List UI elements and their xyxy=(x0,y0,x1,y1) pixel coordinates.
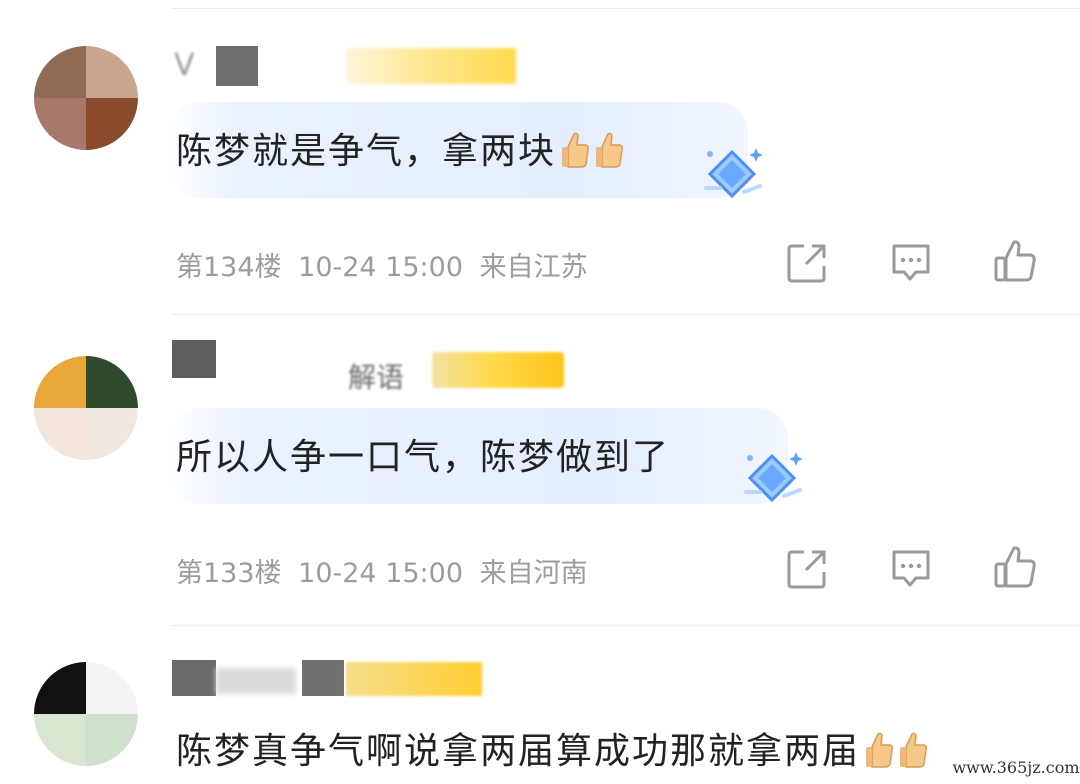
username[interactable]: V xyxy=(174,48,195,83)
comment-icon[interactable] xyxy=(888,240,934,286)
username-mosaic xyxy=(172,340,216,378)
username-mosaic xyxy=(172,660,216,696)
username-row[interactable]: V xyxy=(172,46,532,86)
username-row[interactable]: 解语 xyxy=(172,340,572,394)
thumbs-up-emoji xyxy=(866,732,894,768)
avatar[interactable] xyxy=(34,46,138,150)
comment-time: 15:00 xyxy=(385,252,464,283)
comment-text-content: 陈梦真争气啊说拿两届算成功那就拿两届 xyxy=(176,731,861,772)
floor-label: 第134楼 xyxy=(176,252,282,283)
avatar[interactable] xyxy=(34,662,138,766)
watermark: www.365jz.com xyxy=(952,750,1080,784)
comment-divider xyxy=(172,625,1080,626)
comment-text-content: 所以人争一口气，陈梦做到了 xyxy=(176,437,671,478)
comment-text: 陈梦就是争气，拿两块 xyxy=(176,122,624,174)
floor-label: 第133楼 xyxy=(176,558,282,589)
comment-date: 10-24 xyxy=(298,558,377,589)
comment-meta: 第134楼 10-24 15:00 来自江苏 xyxy=(176,245,588,284)
comment-divider xyxy=(172,314,1080,315)
level-badge[interactable] xyxy=(346,48,516,84)
username-mosaic xyxy=(216,46,258,86)
top-divider xyxy=(172,8,1080,9)
username-row[interactable] xyxy=(172,660,492,700)
comment-meta: 第133楼 10-24 15:00 来自河南 xyxy=(176,551,588,590)
share-icon[interactable] xyxy=(784,240,830,286)
comment-location: 来自河南 xyxy=(479,558,588,589)
avatar[interactable] xyxy=(34,356,138,460)
comment-location: 来自江苏 xyxy=(479,252,588,283)
comment-text-content: 陈梦就是争气，拿两块 xyxy=(176,131,557,172)
diamond-badge-icon xyxy=(704,148,763,199)
comment-icon[interactable] xyxy=(888,546,934,592)
thumbs-up-icon[interactable] xyxy=(992,238,1038,284)
username-mosaic xyxy=(216,668,296,694)
diamond-badge-icon xyxy=(744,452,803,503)
share-icon[interactable] xyxy=(784,546,830,592)
comment-date: 10-24 xyxy=(298,252,377,283)
level-badge[interactable] xyxy=(432,352,564,388)
thumbs-up-icon[interactable] xyxy=(992,544,1038,590)
username[interactable]: 解语 xyxy=(348,356,404,396)
thumbs-up-emoji xyxy=(596,132,624,168)
thumbs-up-emoji xyxy=(900,732,928,768)
username-mosaic xyxy=(302,660,344,696)
comment-text: 所以人争一口气，陈梦做到了 xyxy=(176,428,670,480)
comment-text: 陈梦真争气啊说拿两届算成功那就拿两届 xyxy=(176,722,928,774)
comment-time: 15:00 xyxy=(385,558,464,589)
level-badge[interactable] xyxy=(346,662,482,696)
thumbs-up-emoji xyxy=(562,132,590,168)
